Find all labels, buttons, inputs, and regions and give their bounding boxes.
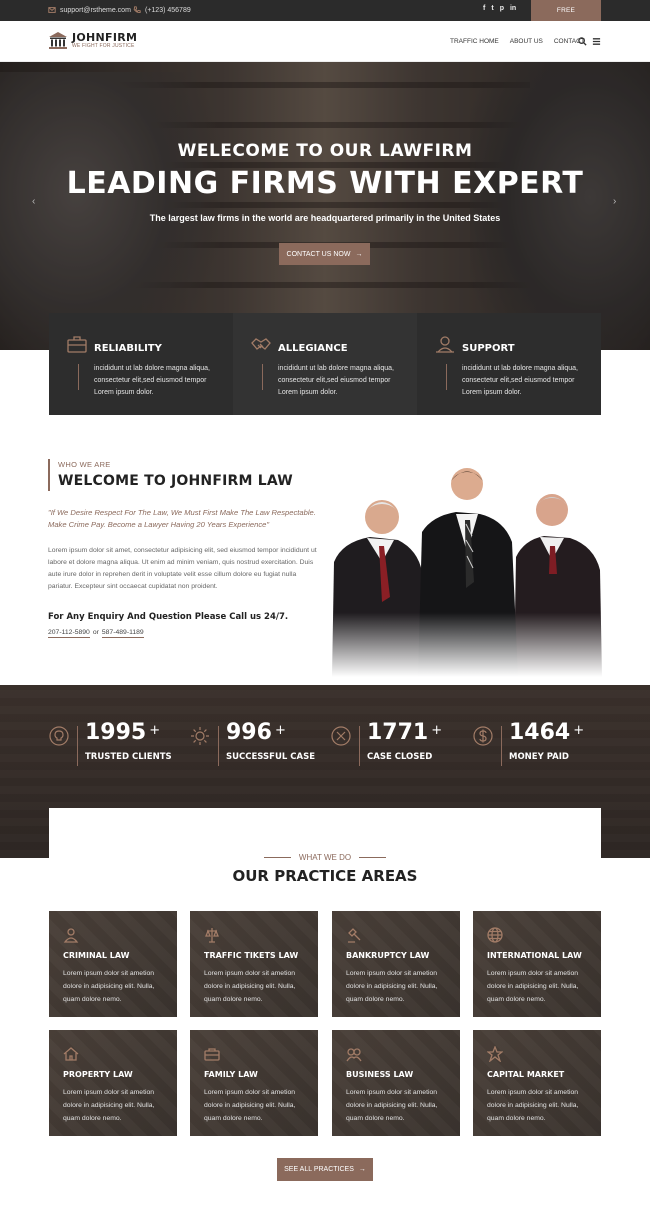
pinterest-icon[interactable]: p (500, 5, 504, 12)
feature-allegiance: ALLEGIANCE incididunt ut lab dolore magn… (233, 313, 417, 415)
free-consultation-button[interactable]: FREE CONSULTATION (531, 0, 601, 35)
family-icon (204, 1048, 220, 1061)
features-strip: RELIABILITY incididunt ut lab dolore mag… (49, 313, 601, 415)
support-icon (436, 336, 454, 353)
main-nav: TRAFFIC HOME ABOUT US CONTACT (450, 38, 585, 45)
capital-icon (487, 1046, 503, 1062)
practice-card-criminal[interactable]: CRIMINAL LAW Lorem ipsum dolor sit ameti… (49, 911, 177, 1017)
feature-reliability: RELIABILITY incididunt ut lab dolore mag… (49, 313, 233, 415)
facebook-icon[interactable]: f (483, 5, 485, 12)
topbar-phone[interactable]: (+123) 456789 (133, 6, 191, 14)
briefcase-icon (67, 336, 87, 353)
practice-card-business[interactable]: BUSINESS LAW Lorem ipsum dolor sit ameti… (332, 1030, 460, 1136)
traffic-icon (205, 928, 219, 943)
team-photo (332, 462, 602, 677)
top-bar: support@rstheme.com (+123) 456789 f t p … (0, 0, 650, 35)
practice-title: OUR PRACTICE AREAS (232, 867, 418, 885)
about-quote: "If We Desire Respect For The Law, We Mu… (48, 508, 316, 529)
close-circle-icon (331, 726, 351, 746)
lightbulb-icon (49, 726, 69, 746)
business-icon (346, 1048, 362, 1062)
arrow-right-icon: → (355, 250, 363, 258)
menu-icon[interactable] (592, 37, 601, 46)
see-all-practices-button[interactable]: SEE ALL PRACTICES → (277, 1158, 373, 1181)
linkedin-icon[interactable]: in (510, 5, 516, 12)
gear-icon (191, 727, 209, 745)
globe-icon (487, 927, 503, 943)
hero-title: LEADING FIRMS WITH EXPERT (66, 166, 584, 201)
handshake-icon (251, 338, 271, 350)
about-call-text: For Any Enquiry And Question Please Call… (48, 612, 289, 622)
phone-icon (133, 6, 141, 14)
feature-support: SUPPORT incididunt ut lab dolore magna a… (417, 313, 601, 415)
about-accent-bar (48, 459, 50, 491)
site-header: JOHNFIRM WE FIGHT FOR JUSTICE TRAFFIC HO… (0, 21, 650, 62)
nav-about-us[interactable]: ABOUT US (510, 38, 543, 45)
dollar-icon (473, 726, 493, 746)
gavel-icon (348, 928, 361, 943)
about-kicker: WHO WE ARE (58, 460, 111, 469)
hero-overlay (0, 62, 650, 350)
nav-traffic-home[interactable]: TRAFFIC HOME (450, 38, 499, 45)
logo[interactable]: JOHNFIRM WE FIGHT FOR JUSTICE (48, 31, 137, 51)
practice-card-property[interactable]: PROPERTY LAW Lorem ipsum dolor sit ameti… (49, 1030, 177, 1136)
about-title: WELCOME TO JOHNFIRM LAW (58, 473, 293, 489)
courthouse-icon (49, 32, 67, 49)
about-body: Lorem ipsum dolor sit amet, consectetur … (48, 547, 317, 590)
mail-icon (48, 7, 56, 13)
topbar-email[interactable]: support@rstheme.com (48, 6, 131, 14)
hero-subtitle: WELECOME TO OUR LAWFIRM (177, 141, 473, 161)
phone-link-1[interactable]: 207-112-5890 (48, 629, 90, 638)
house-icon (63, 1047, 79, 1061)
logo-tagline: WE FIGHT FOR JUSTICE (72, 43, 135, 49)
phone-link-2[interactable]: 587-489-1189 (101, 629, 144, 638)
arrow-right-icon: → (358, 1166, 366, 1173)
hero-slider: ‹ › WELECOME TO OUR LAWFIRM LEADING FIRM… (0, 62, 650, 350)
twitter-icon[interactable]: t (491, 5, 493, 12)
practice-card-traffic[interactable]: TRAFFIC TIKETS LAW Lorem ipsum dolor sit… (190, 911, 318, 1017)
social-links: f t p in (483, 5, 516, 12)
hero-description: The largest law firms in the world are h… (149, 213, 501, 223)
practice-card-capital[interactable]: CAPITAL MARKET Lorem ipsum dolor sit ame… (473, 1030, 601, 1136)
search-icon[interactable] (578, 37, 587, 46)
practice-card-bankruptcy[interactable]: BANKRUPTCY LAW Lorem ipsum dolor sit ame… (332, 911, 460, 1017)
criminal-icon (63, 928, 79, 943)
practice-kicker: WHAT WE DO (0, 853, 650, 862)
contact-us-button[interactable]: CONTACT US NOW → (279, 243, 370, 265)
practice-card-international[interactable]: INTERNATIONAL LAW Lorem ipsum dolor sit … (473, 911, 601, 1017)
phone-links: 207-112-5890 or 587-489-1189 (48, 629, 144, 638)
practice-card-family[interactable]: FAMILY LAW Lorem ipsum dolor sit ametion… (190, 1030, 318, 1136)
logo-title: JOHNFIRM (72, 31, 138, 44)
